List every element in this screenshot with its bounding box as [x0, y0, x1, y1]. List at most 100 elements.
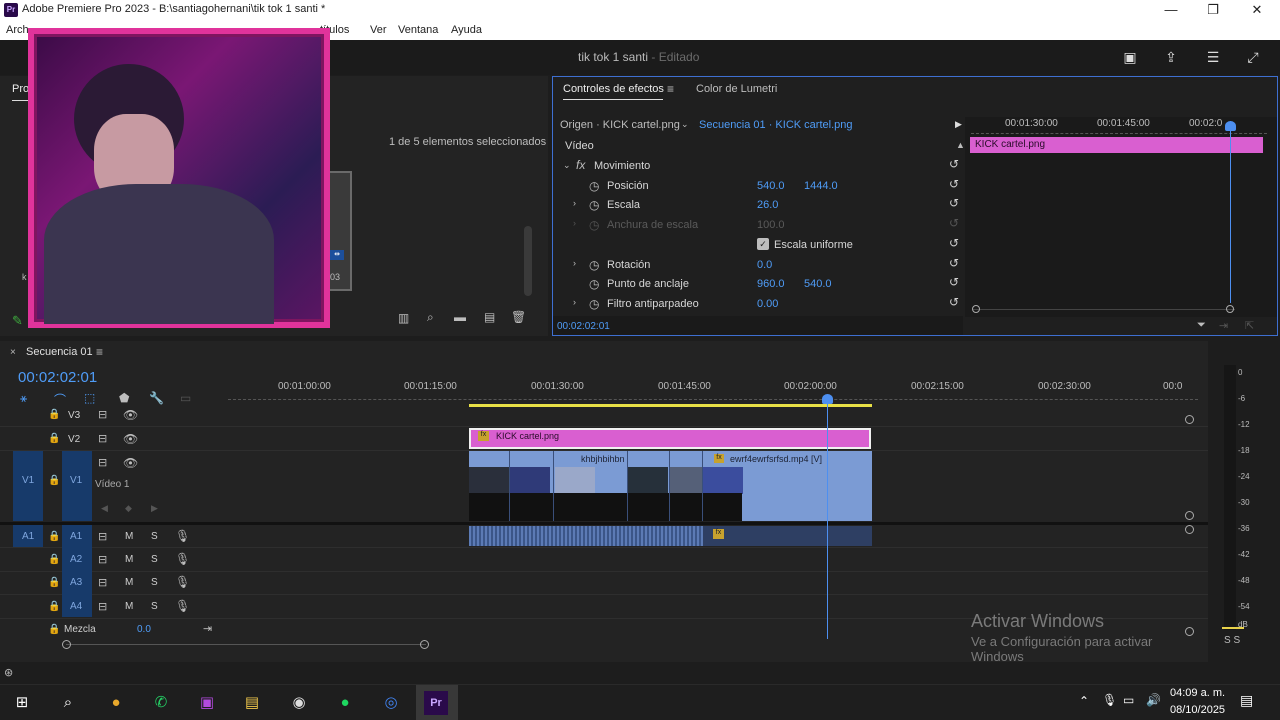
- lock-icon[interactable]: 🔒: [48, 433, 60, 444]
- lock-icon[interactable]: 🔒: [48, 531, 60, 542]
- scroll-handle[interactable]: [62, 640, 71, 649]
- spotify-icon[interactable]: ●: [333, 691, 357, 715]
- eye-icon[interactable]: 👁: [123, 432, 138, 446]
- scroll-handle[interactable]: [1226, 305, 1234, 313]
- chevron-up-icon[interactable]: ⌃: [1079, 694, 1089, 708]
- premiere-taskbar-icon[interactable]: Pr: [424, 691, 448, 715]
- horizontal-scrollbar[interactable]: [66, 644, 426, 645]
- lock-icon[interactable]: 🔒: [48, 475, 60, 486]
- microphone-icon[interactable]: 🎙: [1102, 693, 1117, 707]
- network-icon[interactable]: ▭: [1123, 693, 1134, 707]
- tab-lumetri-color[interactable]: Color de Lumetri: [696, 83, 777, 95]
- sync-icon[interactable]: ⊟: [98, 530, 107, 543]
- microphone-icon[interactable]: 🎙: [175, 575, 190, 589]
- stopwatch-icon[interactable]: ◷: [589, 258, 599, 272]
- mini-playhead-handle[interactable]: [1225, 121, 1236, 131]
- position-y-value[interactable]: 1444.0: [804, 180, 838, 192]
- pencil-icon[interactable]: ✎: [12, 313, 23, 329]
- lock-icon[interactable]: 🔒: [48, 409, 60, 420]
- reset-icon[interactable]: ↺: [949, 177, 959, 191]
- marker-icon[interactable]: ⬟: [119, 391, 129, 405]
- eye-icon[interactable]: 👁: [123, 456, 138, 470]
- microphone-icon[interactable]: 🎙: [175, 529, 190, 543]
- chevron-right-icon[interactable]: ›: [573, 258, 576, 268]
- panel-menu-icon[interactable]: ≡: [667, 82, 674, 96]
- menu-archivo[interactable]: Arch: [6, 24, 29, 36]
- new-bin-icon[interactable]: ▬: [454, 310, 466, 324]
- scroll-handle[interactable]: [972, 305, 980, 313]
- collapse-up-icon[interactable]: ▲: [956, 140, 965, 150]
- reset-icon[interactable]: ↺: [949, 295, 959, 309]
- insert-sequence-icon[interactable]: ⬚: [84, 391, 95, 405]
- tab-project[interactable]: Pro: [12, 83, 29, 95]
- filter-icon[interactable]: ⏷: [1197, 319, 1206, 332]
- solo-button[interactable]: S: [151, 601, 158, 612]
- playhead[interactable]: [827, 397, 828, 639]
- mini-scroll-track[interactable]: [973, 309, 1235, 310]
- scale-value[interactable]: 26.0: [757, 199, 778, 211]
- quick-export-icon[interactable]: ▣: [1121, 49, 1139, 65]
- sync-icon[interactable]: ⊟: [98, 456, 107, 469]
- effects-timecode[interactable]: 00:02:02:01: [557, 321, 610, 332]
- menu-ayuda[interactable]: Ayuda: [451, 24, 482, 36]
- reset-icon[interactable]: ↺: [949, 256, 959, 270]
- chat-app-icon[interactable]: ▣: [195, 691, 219, 715]
- linked-selection-icon[interactable]: ⌒: [54, 391, 66, 408]
- rotation-value[interactable]: 0.0: [757, 259, 772, 271]
- anchor-y-value[interactable]: 540.0: [804, 278, 832, 290]
- tab-effect-controls[interactable]: Controles de efectos: [563, 83, 664, 95]
- scroll-handle[interactable]: [1185, 525, 1194, 534]
- sync-icon[interactable]: ⊟: [98, 432, 107, 445]
- freeform-view-icon[interactable]: ▥: [398, 311, 409, 325]
- sync-icon[interactable]: ⊟: [98, 408, 107, 421]
- trash-icon[interactable]: 🗑: [511, 310, 526, 324]
- source-selector[interactable]: Origen · KICK cartel.png: [560, 119, 680, 131]
- tab-sequence[interactable]: Secuencia 01: [26, 346, 93, 358]
- microphone-icon[interactable]: 🎙: [175, 599, 190, 613]
- mini-clip-kick[interactable]: KICK cartel.png: [970, 137, 1263, 153]
- share-icon[interactable]: ⇪: [1162, 49, 1180, 65]
- reset-icon[interactable]: ↺: [949, 157, 959, 171]
- lock-icon[interactable]: 🔒: [48, 601, 60, 612]
- scroll-handle[interactable]: [1185, 415, 1194, 424]
- timeline-timecode[interactable]: 00:02:02:01: [18, 369, 97, 386]
- chrome-icon[interactable]: ◎: [379, 691, 403, 715]
- reset-icon[interactable]: ↺: [949, 275, 959, 289]
- obs-icon[interactable]: ◉: [287, 691, 311, 715]
- stopwatch-icon[interactable]: ◷: [589, 198, 599, 212]
- stopwatch-icon[interactable]: ◷: [589, 277, 599, 291]
- lock-icon[interactable]: 🔒: [48, 554, 60, 565]
- play-icon[interactable]: ▶: [955, 119, 962, 130]
- search-icon[interactable]: ⌕: [427, 310, 434, 325]
- eye-icon[interactable]: 👁: [123, 408, 138, 422]
- scroll-handle[interactable]: [420, 640, 429, 649]
- uniform-scale-checkbox[interactable]: ✓: [757, 238, 769, 250]
- mute-button[interactable]: M: [125, 601, 133, 612]
- windows-start-icon[interactable]: ⊞: [10, 691, 34, 715]
- whatsapp-icon[interactable]: ✆: [149, 691, 173, 715]
- clock-time[interactable]: 04:09 a. m.: [1170, 687, 1225, 699]
- search-icon[interactable]: ⌕: [56, 691, 80, 715]
- workspaces-menu-icon[interactable]: ☰: [1204, 49, 1222, 65]
- reset-icon[interactable]: ↺: [949, 196, 959, 210]
- clock-date[interactable]: 08/10/2025: [1170, 704, 1225, 716]
- reset-icon[interactable]: ↺: [949, 236, 959, 250]
- microphone-icon[interactable]: 🎙: [175, 552, 190, 566]
- lock-icon[interactable]: 🔒: [48, 577, 60, 588]
- close-button[interactable]: ✕: [1242, 1, 1272, 19]
- minimize-button[interactable]: —: [1156, 1, 1186, 19]
- position-x-value[interactable]: 540.0: [757, 180, 785, 192]
- sequence-selector[interactable]: Secuencia 01 · KICK cartel.png: [699, 119, 852, 131]
- fullscreen-icon[interactable]: ⤢: [1244, 49, 1262, 65]
- sync-icon[interactable]: ⊟: [98, 553, 107, 566]
- source-patch-v1[interactable]: [13, 451, 43, 521]
- wrench-icon[interactable]: 🔧: [149, 391, 164, 405]
- track-v1-target[interactable]: [62, 451, 92, 521]
- mute-button[interactable]: M: [125, 577, 133, 588]
- new-item-icon[interactable]: ▤: [484, 310, 495, 324]
- anchor-x-value[interactable]: 960.0: [757, 278, 785, 290]
- stopwatch-icon[interactable]: ◷: [589, 179, 599, 193]
- solo-button[interactable]: S: [151, 577, 158, 588]
- browser-app-icon[interactable]: ●: [104, 691, 128, 715]
- menu-ventana[interactable]: Ventana: [398, 24, 438, 36]
